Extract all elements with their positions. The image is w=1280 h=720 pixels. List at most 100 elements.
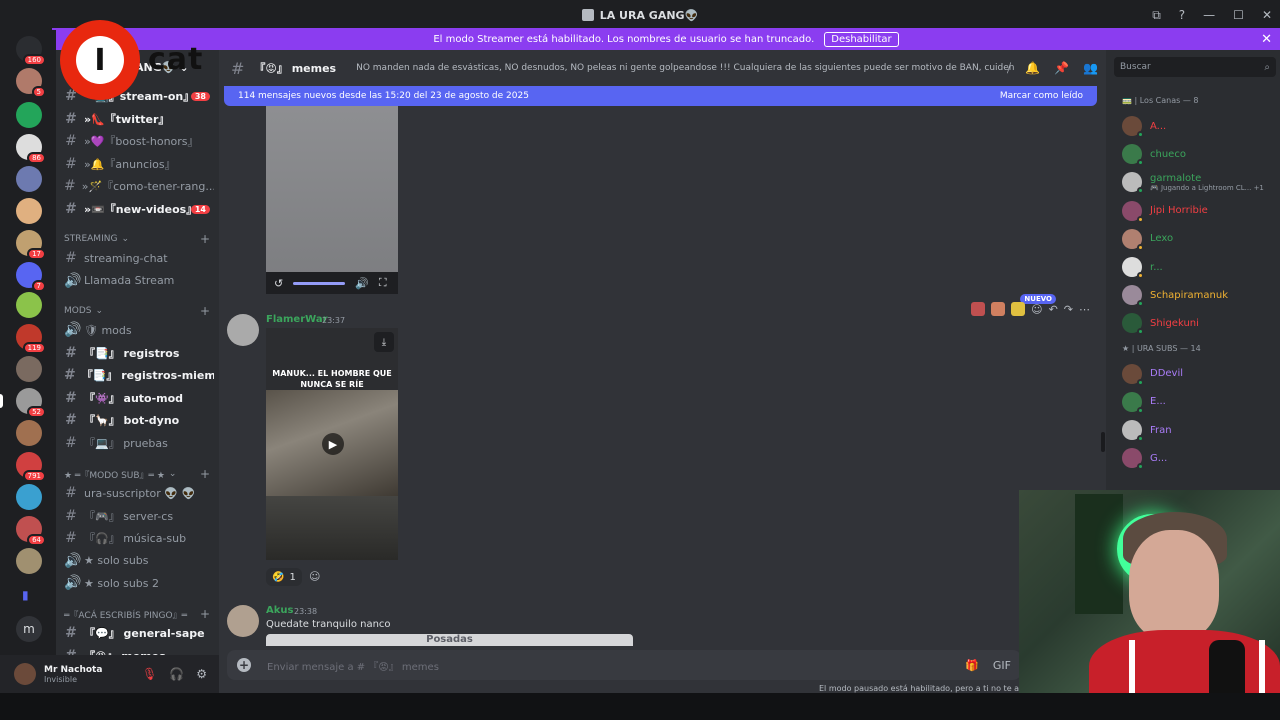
download-icon[interactable]: ⤓ <box>374 332 394 352</box>
server-icon[interactable] <box>16 102 42 128</box>
new-messages-bar[interactable]: 114 mensajes nuevos desde las 15:20 del … <box>224 86 1097 106</box>
avatar[interactable] <box>227 605 259 637</box>
reaction-shortcut-2[interactable] <box>991 302 1006 316</box>
add-channel-icon[interactable]: + <box>200 467 210 481</box>
threads-icon[interactable]: ⧸ <box>1007 61 1011 76</box>
folder-icon[interactable]: ▮ <box>22 588 29 602</box>
server-icon[interactable] <box>16 166 42 192</box>
server-icon[interactable]: 17 <box>16 230 46 260</box>
help-icon[interactable]: ? <box>1179 8 1185 22</box>
category-modo-sub[interactable]: ★ ═『MODO SUB』═ ★ ⌄ + <box>64 466 214 482</box>
channel-item[interactable]: # 『💻』 pruebas <box>64 433 214 453</box>
member-item[interactable]: Shigekuni <box>1122 309 1272 337</box>
channel-item[interactable]: 🔊 🛡 mods <box>64 320 214 340</box>
server-icon[interactable] <box>16 548 42 574</box>
forward-icon[interactable]: ↷ <box>1064 303 1073 316</box>
channel-item[interactable]: # 『🎮』 server-cs <box>64 506 214 526</box>
server-icon[interactable]: 5 <box>16 68 46 98</box>
play-icon[interactable]: ▶ <box>322 433 344 455</box>
server-icon[interactable] <box>16 198 42 224</box>
member-item[interactable]: Lexo <box>1122 225 1272 253</box>
add-reaction-icon[interactable]: ☺ <box>1031 303 1042 316</box>
avatar[interactable] <box>14 663 36 685</box>
fullscreen-icon[interactable]: ⛶ <box>379 276 387 290</box>
server-icon[interactable] <box>16 356 42 382</box>
channel-item[interactable]: # »🔔『anuncios』 <box>64 154 214 174</box>
server-icon[interactable] <box>16 484 42 510</box>
reply-icon[interactable]: ↶ <box>1049 303 1058 316</box>
channel-item[interactable]: # 『🦙』 bot-dyno <box>64 410 214 430</box>
server-icon[interactable]: 52 <box>16 388 46 418</box>
members-icon[interactable]: 👥 <box>1083 61 1098 76</box>
inbox-icon[interactable]: ⧉ <box>1152 8 1161 23</box>
link-embed[interactable]: Posadas <box>266 634 633 646</box>
server-icon[interactable] <box>16 292 42 318</box>
pin-icon[interactable]: 📌 <box>1054 61 1069 76</box>
mark-as-read-button[interactable]: Marcar como leído <box>1000 91 1083 101</box>
message-author[interactable]: Akus <box>266 605 293 616</box>
channel-item[interactable]: # »🪄『como-tener-rang... <box>64 176 214 196</box>
disable-streamer-button[interactable]: Deshabilitar <box>824 31 899 47</box>
member-item[interactable]: Schapiramanuk <box>1122 281 1272 309</box>
more-icon[interactable]: ⋯ <box>1079 303 1090 316</box>
add-channel-icon[interactable]: + <box>200 607 210 621</box>
headphones-icon[interactable]: 🎧 <box>169 667 184 681</box>
progress-bar[interactable] <box>293 281 346 285</box>
category-streaming[interactable]: STREAMING ⌄ + <box>64 231 214 247</box>
close-icon[interactable]: ✕ <box>1261 32 1272 47</box>
member-item[interactable]: r... <box>1122 253 1272 281</box>
server-icon[interactable] <box>16 420 42 446</box>
maximize-button[interactable]: ☐ <box>1233 8 1244 22</box>
channel-item[interactable]: # 『👾』 auto-mod <box>64 388 214 408</box>
channel-item[interactable]: 🔊 ★ solo subs <box>64 551 214 571</box>
server-icon[interactable]: 119 <box>16 324 46 354</box>
server-icon[interactable]: 64 <box>16 516 46 546</box>
reaction-shortcut-1[interactable] <box>971 302 986 316</box>
server-icon[interactable]: 160 <box>16 36 46 66</box>
video-attachment[interactable] <box>266 106 398 294</box>
attach-plus-icon[interactable]: + <box>237 658 251 672</box>
replay-icon[interactable]: ↺ <box>274 277 283 290</box>
channel-item[interactable]: # »📼『new-videos』 14 <box>64 199 214 219</box>
channel-item[interactable]: 🔊 ★ solo subs 2 <box>64 573 214 593</box>
avatar[interactable] <box>227 314 259 346</box>
message-composer[interactable]: + Enviar mensaje a # 『😡』 memes 🎁 GIF <box>227 650 1021 680</box>
channel-topic[interactable]: NO manden nada de esvásticas, NO desnudo… <box>356 63 1016 73</box>
reaction-shortcut-3[interactable] <box>1011 302 1026 316</box>
channel-item[interactable]: # 『📑』 registros-miem... <box>64 365 214 385</box>
server-icon-letter[interactable]: m <box>16 616 42 642</box>
channel-item[interactable]: # 『📑』 registros <box>64 343 214 363</box>
message-author[interactable]: FlamerWar <box>266 314 328 325</box>
settings-gear-icon[interactable]: ⚙ <box>196 667 207 681</box>
chat-scrollbar[interactable] <box>1101 432 1105 452</box>
member-item[interactable]: Fran <box>1122 416 1272 444</box>
minimize-button[interactable]: — <box>1203 8 1215 22</box>
channel-item[interactable]: # ura-suscriptor 👽 👽 <box>64 483 214 503</box>
channel-item[interactable]: # »💜『boost-honors』 <box>64 131 214 151</box>
server-icon[interactable]: 86 <box>16 134 46 164</box>
gift-icon[interactable]: 🎁 <box>965 659 979 672</box>
member-item[interactable]: garmalote 🎮 Jugando a Lightroom CL... +1 <box>1122 168 1272 196</box>
member-item[interactable]: Jipi Horribie <box>1122 197 1272 225</box>
channel-item[interactable]: # 『💬』 general-sape <box>64 623 214 643</box>
channel-item[interactable]: # 『😡』 memes <box>64 646 214 655</box>
add-channel-icon[interactable]: + <box>200 304 210 318</box>
category-mods[interactable]: mods ⌄ + <box>64 303 214 319</box>
member-item[interactable]: DDevil <box>1122 360 1272 388</box>
member-item[interactable]: chueco <box>1122 140 1272 168</box>
mute-mic-icon[interactable]: 🎙 <box>142 667 157 681</box>
message-input[interactable]: Enviar mensaje a # 『😡』 memes <box>267 658 439 673</box>
bell-icon[interactable]: 🔔 <box>1025 61 1040 76</box>
search-input[interactable]: Buscar ⌕ <box>1114 57 1276 77</box>
add-reaction-icon[interactable]: ☺ <box>309 570 320 583</box>
channel-item[interactable]: # 『🎧』 música-sub <box>64 528 214 548</box>
volume-icon[interactable]: 🔊 <box>355 277 369 290</box>
channel-item[interactable]: # streaming-chat <box>64 248 214 268</box>
member-item[interactable]: E... <box>1122 388 1272 416</box>
server-icon[interactable]: 7 <box>16 262 46 292</box>
add-channel-icon[interactable]: + <box>200 232 210 246</box>
member-item[interactable]: A... <box>1122 112 1272 140</box>
gif-icon[interactable]: GIF <box>993 659 1011 672</box>
member-item[interactable]: G... <box>1122 444 1272 472</box>
channel-item[interactable]: # »👠『twitter』 <box>64 109 214 129</box>
